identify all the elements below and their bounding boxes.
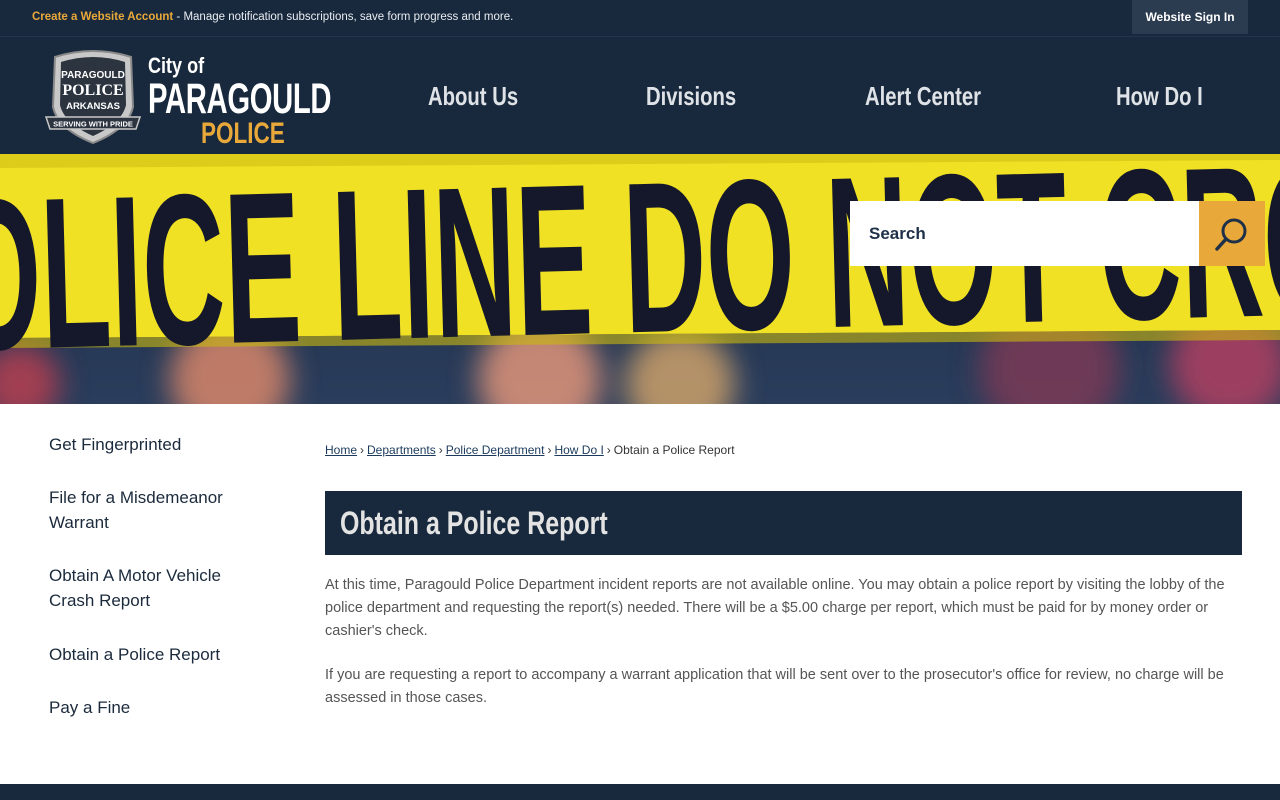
utility-bar: Create a Website Account - Manage notifi… — [0, 0, 1280, 36]
sidebar-item-pay-a-fine[interactable]: Pay a Fine — [49, 695, 269, 720]
logo-city-name: PARAGOULD — [148, 75, 332, 123]
site-header: PARAGOULD POLICE ARKANSAS SERVING WITH P… — [0, 36, 1280, 154]
breadcrumb: Home › Departments › Police Department › How D… — [325, 443, 735, 457]
badge-line3: ARKANSAS — [66, 101, 120, 112]
sidebar-item-get-fingerprinted[interactable]: Get Fingerprinted — [49, 432, 269, 457]
nav-about-us[interactable]: About Us — [428, 81, 518, 112]
police-tape-image: OLICE LINE DO NOT CRO — [0, 154, 1280, 404]
badge-motto: SERVING WITH PRIDE — [53, 120, 133, 129]
create-account-link[interactable]: Create a Website Account — [32, 11, 173, 23]
sidebar-nav: Get Fingerprinted File for a Misdemeanor… — [49, 432, 269, 720]
nav-alert-center[interactable]: Alert Center — [865, 81, 981, 112]
police-badge-logo[interactable]: PARAGOULD POLICE ARKANSAS SERVING WITH P… — [40, 47, 146, 147]
page-title-bar: Obtain a Police Report — [325, 491, 1242, 555]
sidebar-item-crash-report[interactable]: Obtain A Motor Vehicle Crash Report — [49, 563, 269, 613]
page-title: Obtain a Police Report — [340, 505, 608, 541]
search-icon — [1215, 218, 1247, 251]
badge-line1: PARAGOULD — [61, 70, 125, 81]
search-button[interactable] — [1199, 201, 1265, 266]
breadcrumb-departments[interactable]: Departments — [367, 443, 436, 457]
breadcrumb-current: Obtain a Police Report — [613, 443, 735, 457]
website-sign-in-button[interactable]: Website Sign In — [1132, 0, 1248, 34]
breadcrumb-police-department[interactable]: Police Department — [446, 443, 545, 457]
sidebar-item-misdemeanor-warrant[interactable]: File for a Misdemeanor Warrant — [49, 485, 269, 535]
hero-banner: OLICE LINE DO NOT CRO — [0, 154, 1280, 404]
site-logo[interactable]: City of PARAGOULD POLICE — [148, 53, 332, 150]
logo-police: POLICE — [201, 117, 285, 150]
breadcrumb-how-do-i[interactable]: How Do I — [554, 443, 603, 457]
badge-line2: POLICE — [62, 82, 123, 99]
search-input[interactable] — [850, 201, 1199, 266]
nav-how-do-i[interactable]: How Do I — [1116, 81, 1203, 112]
promo-text: - Manage notification subscriptions, sav… — [173, 11, 514, 23]
nav-divisions[interactable]: Divisions — [646, 81, 736, 112]
site-footer — [0, 784, 1280, 800]
content-paragraph-2: If you are requesting a report to accomp… — [325, 667, 1224, 706]
content-paragraph-1: At this time, Paragould Police Departmen… — [325, 577, 1225, 639]
breadcrumb-home[interactable]: Home — [325, 443, 357, 457]
sidebar-item-police-report[interactable]: Obtain a Police Report — [49, 642, 269, 667]
tape-text: OLICE LINE DO NOT CRO — [0, 154, 1280, 396]
account-promo: Create a Website Account - Manage notifi… — [32, 11, 513, 23]
